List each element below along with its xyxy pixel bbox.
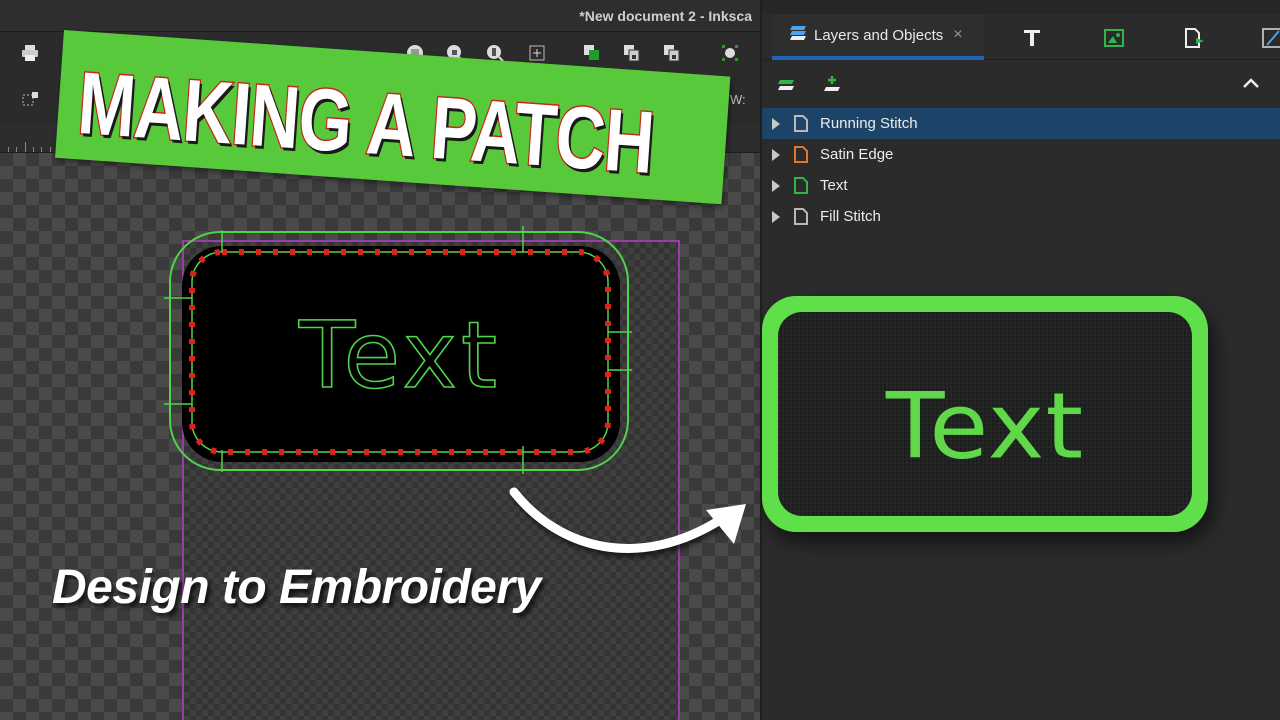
layer-label: Fill Stitch bbox=[820, 208, 881, 225]
select-same-icon[interactable] bbox=[720, 43, 740, 63]
layer-satin-edge[interactable]: Satin Edge bbox=[762, 139, 1280, 170]
print-icon[interactable] bbox=[20, 43, 40, 63]
title-bar: *New document 2 - Inksca bbox=[0, 0, 760, 32]
layers-toolbar bbox=[762, 62, 1280, 108]
layers-icon bbox=[788, 24, 808, 47]
design-text: Text bbox=[298, 302, 501, 409]
dock-tabbar: Layers and Objects × bbox=[762, 14, 1280, 60]
width-label: W: bbox=[730, 92, 746, 107]
layer-doc-icon bbox=[794, 146, 808, 163]
layers-list: Running Stitch Satin Edge Text Fill Stit… bbox=[762, 108, 1280, 232]
zoom-fit-icon[interactable] bbox=[527, 43, 547, 63]
inkscape-editor: *New document 2 - Inksca W: Text MAKING … bbox=[0, 0, 760, 720]
subtitle: Design to Embroidery bbox=[52, 561, 541, 614]
layer-fill-stitch[interactable]: Fill Stitch bbox=[762, 201, 1280, 232]
image-export-icon[interactable] bbox=[1102, 26, 1126, 50]
fill-stroke-icon[interactable] bbox=[1260, 26, 1280, 50]
layer-text[interactable]: Text bbox=[762, 170, 1280, 201]
layer-doc-icon bbox=[794, 208, 808, 225]
add-layer-icon[interactable] bbox=[822, 74, 842, 99]
expand-triangle-icon[interactable] bbox=[772, 210, 780, 223]
select-all-icon[interactable] bbox=[20, 89, 40, 109]
layer-doc-icon bbox=[794, 177, 808, 194]
patch-text: Text bbox=[885, 372, 1085, 480]
close-tab-icon[interactable]: × bbox=[953, 26, 962, 44]
tab-layers-and-objects[interactable]: Layers and Objects × bbox=[772, 14, 984, 60]
expand-triangle-icon[interactable] bbox=[772, 148, 780, 161]
raise-icon[interactable] bbox=[582, 43, 602, 63]
layer-label: Text bbox=[820, 177, 848, 194]
patch-fabric: Text bbox=[778, 312, 1192, 516]
layer-running-stitch[interactable]: Running Stitch bbox=[762, 108, 1280, 139]
layers-toggle-icon[interactable] bbox=[776, 78, 796, 97]
expand-triangle-icon[interactable] bbox=[772, 179, 780, 192]
panel-header-strip bbox=[762, 0, 1280, 14]
embroidered-patch-preview: Text bbox=[762, 296, 1208, 532]
lock-icon[interactable] bbox=[622, 43, 642, 63]
layer-label: Running Stitch bbox=[820, 115, 918, 132]
expand-triangle-icon[interactable] bbox=[772, 117, 780, 130]
tab-label: Layers and Objects bbox=[814, 26, 944, 44]
layer-doc-icon bbox=[794, 115, 808, 132]
unlock-icon[interactable] bbox=[662, 43, 682, 63]
thumbnail-root: *New document 2 - Inksca W: Text MAKING … bbox=[0, 0, 1280, 720]
text-font-icon[interactable] bbox=[1020, 26, 1044, 50]
layer-label: Satin Edge bbox=[820, 146, 894, 163]
patch-design[interactable]: Text bbox=[160, 222, 640, 478]
document-export-icon[interactable] bbox=[1182, 26, 1206, 50]
collapse-chevron-icon[interactable] bbox=[1242, 76, 1260, 95]
window-title: *New document 2 - Inksca bbox=[579, 8, 752, 24]
